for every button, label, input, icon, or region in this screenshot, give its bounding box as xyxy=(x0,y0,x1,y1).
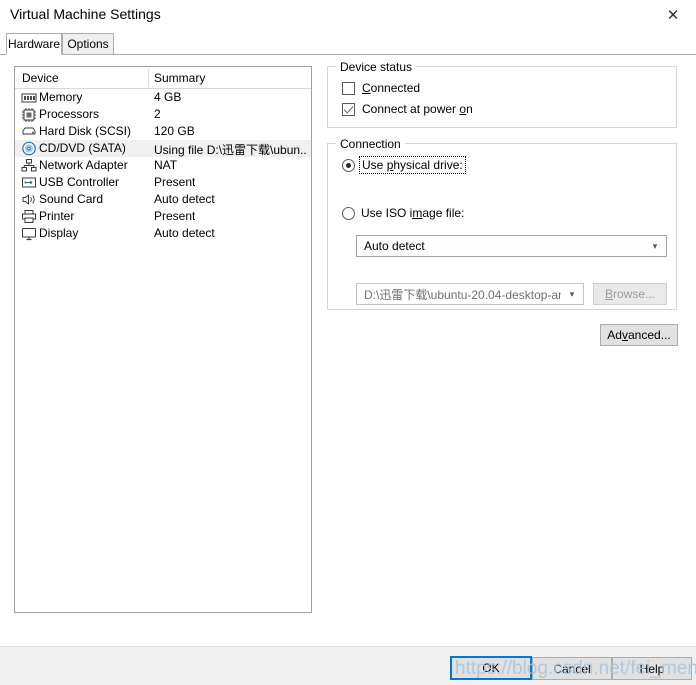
device-name: Memory xyxy=(39,90,83,104)
device-name: Printer xyxy=(39,209,75,223)
ok-button-label: OK xyxy=(482,661,500,675)
tab-options-label: Options xyxy=(67,37,109,51)
help-button-label: Help xyxy=(639,661,665,676)
chevron-down-icon[interactable]: ▾ xyxy=(644,236,666,256)
device-summary: NAT xyxy=(154,158,178,172)
ok-button[interactable]: OK xyxy=(450,656,532,680)
table-row[interactable]: Sound Card Auto detect xyxy=(15,191,311,208)
use-iso-image-radio-row[interactable]: Use ISO image file: xyxy=(342,206,464,220)
device-summary: Present xyxy=(154,209,196,223)
help-button[interactable]: Help xyxy=(612,657,692,680)
table-row[interactable]: Processors 2 xyxy=(15,106,311,123)
tab-options[interactable]: Options xyxy=(62,33,114,55)
table-row[interactable]: CD/DVD (SATA) Using file D:\迅雷下载\ubun... xyxy=(15,140,311,157)
device-name: CD/DVD (SATA) xyxy=(39,141,126,155)
device-summary: 120 GB xyxy=(154,124,195,138)
device-summary: Auto detect xyxy=(154,192,215,206)
printer-icon xyxy=(21,209,37,224)
memory-icon xyxy=(21,90,37,105)
device-list-header: Device Summary xyxy=(15,67,311,89)
advanced-button-label: Advanced... xyxy=(607,328,671,342)
use-iso-image-radio[interactable] xyxy=(342,206,355,220)
hard-disk-icon xyxy=(21,124,37,139)
table-row[interactable]: Printer Present xyxy=(15,208,311,225)
use-physical-drive-label: Use physical drive: xyxy=(359,156,466,174)
table-row[interactable]: Network Adapter NAT xyxy=(15,157,311,174)
browse-button[interactable]: Browse... xyxy=(593,283,667,305)
device-summary: 4 GB xyxy=(154,90,182,104)
cd-dvd-icon xyxy=(21,141,37,156)
tab-strip: Hardware Options xyxy=(0,33,696,55)
device-summary: Using file D:\迅雷下载\ubun... xyxy=(154,143,306,157)
close-icon[interactable]: ✕ xyxy=(650,0,696,30)
table-row[interactable]: Memory 4 GB xyxy=(15,89,311,106)
dialog-content: Device Summary Memory 4 GB Processors 2 Hard… xyxy=(0,54,696,685)
physical-drive-combo[interactable]: Auto detect ▾ xyxy=(356,235,667,257)
title-bar: Virtual Machine Settings ✕ xyxy=(0,0,696,30)
device-summary: 2 xyxy=(154,107,161,121)
tab-hardware[interactable]: Hardware xyxy=(6,33,62,55)
device-list-rows: Memory 4 GB Processors 2 Hard Disk (SCSI) 120… xyxy=(15,89,311,242)
connect-at-power-on-checkbox[interactable] xyxy=(342,102,355,116)
device-name: Processors xyxy=(39,107,100,121)
table-row[interactable]: Hard Disk (SCSI) 120 GB xyxy=(15,123,311,140)
column-divider xyxy=(148,69,149,87)
iso-path-value: D:\迅雷下载\ubuntu-20.04-desktop-amd6· xyxy=(364,287,561,302)
device-status-group: Device status Connected Connect at power… xyxy=(327,60,677,128)
use-iso-image-label: Use ISO image file: xyxy=(361,206,465,220)
use-physical-drive-radio-row[interactable]: Use physical drive: xyxy=(342,156,466,174)
device-list[interactable]: Device Summary Memory 4 GB Processors 2 Hard… xyxy=(14,66,312,613)
connect-at-power-on-checkbox-row[interactable]: Connect at power on xyxy=(342,102,473,116)
connected-checkbox[interactable] xyxy=(342,81,355,95)
device-name: Network Adapter xyxy=(39,158,128,172)
window-title: Virtual Machine Settings xyxy=(10,6,161,22)
connected-label: Connected xyxy=(362,81,421,95)
device-name: USB Controller xyxy=(39,175,120,189)
device-summary: Present xyxy=(154,175,196,189)
use-physical-drive-radio[interactable] xyxy=(342,158,355,172)
physical-drive-value: Auto detect xyxy=(364,239,425,253)
chevron-down-icon-iso[interactable]: ▾ xyxy=(561,284,583,304)
iso-path-combo[interactable]: D:\迅雷下载\ubuntu-20.04-desktop-amd6· ▾ xyxy=(356,283,584,305)
advanced-button[interactable]: Advanced... xyxy=(600,324,678,346)
processor-icon xyxy=(21,107,37,122)
connect-at-power-on-label: Connect at power on xyxy=(362,102,473,116)
network-adapter-icon xyxy=(21,158,37,173)
table-row[interactable]: USB Controller Present xyxy=(15,174,311,191)
usb-controller-icon xyxy=(21,175,37,190)
connection-legend: Connection xyxy=(336,137,405,151)
tab-hardware-label: Hardware xyxy=(7,37,61,51)
device-name: Display xyxy=(39,226,79,240)
device-summary: Auto detect xyxy=(154,226,215,240)
cancel-button-label: Cancel xyxy=(553,661,591,676)
column-header-summary: Summary xyxy=(154,71,206,85)
device-name: Sound Card xyxy=(39,192,104,206)
connected-checkbox-row[interactable]: Connected xyxy=(342,81,420,95)
table-row[interactable]: Display Auto detect xyxy=(15,225,311,242)
device-name: Hard Disk (SCSI) xyxy=(39,124,132,138)
display-icon xyxy=(21,226,37,241)
sound-card-icon xyxy=(21,192,37,207)
cancel-button[interactable]: Cancel xyxy=(532,657,612,680)
column-header-device: Device xyxy=(22,71,59,85)
device-status-legend: Device status xyxy=(336,60,417,74)
browse-button-label: Browse... xyxy=(604,287,656,301)
